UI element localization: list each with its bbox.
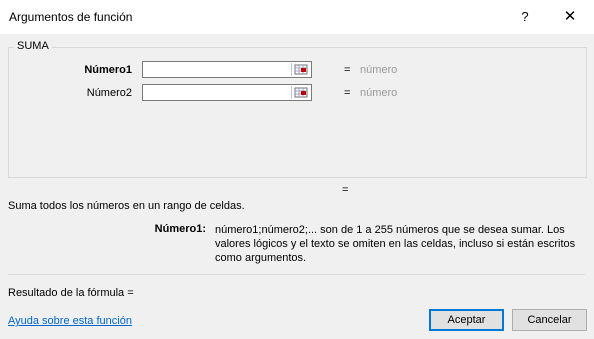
arg1-result: número bbox=[360, 64, 398, 76]
function-name: SUMA bbox=[14, 40, 52, 52]
arg1-label: Número1 bbox=[84, 64, 132, 76]
function-result-equals: = bbox=[342, 184, 349, 196]
title-bar: Argumentos de función ? ✕ bbox=[0, 0, 594, 34]
collapse-dialog-icon[interactable] bbox=[291, 63, 310, 76]
arg-help-label: Número1: bbox=[154, 223, 206, 235]
help-icon[interactable]: ? bbox=[512, 4, 538, 30]
help-link[interactable]: Ayuda sobre esta función bbox=[8, 315, 132, 327]
arg2-result: número bbox=[360, 87, 398, 99]
cancel-button[interactable]: Cancelar bbox=[512, 309, 587, 331]
collapse-dialog-icon[interactable] bbox=[291, 86, 310, 99]
accept-button[interactable]: Aceptar bbox=[429, 309, 504, 331]
arg2-input[interactable] bbox=[142, 84, 312, 101]
arg1-equals: = bbox=[344, 64, 351, 76]
arg-help-text: número1;número2;... son de 1 a 255 númer… bbox=[215, 224, 576, 264]
arg2-equals: = bbox=[344, 87, 351, 99]
function-description: Suma todos los números en un rango de ce… bbox=[8, 200, 245, 212]
formula-result: Resultado de la fórmula = bbox=[8, 287, 134, 299]
arg2-label: Número2 bbox=[86, 87, 132, 99]
arg1-input[interactable] bbox=[142, 61, 312, 78]
separator bbox=[8, 274, 585, 275]
close-icon[interactable]: ✕ bbox=[555, 4, 585, 30]
dialog-title: Argumentos de función bbox=[9, 10, 133, 24]
